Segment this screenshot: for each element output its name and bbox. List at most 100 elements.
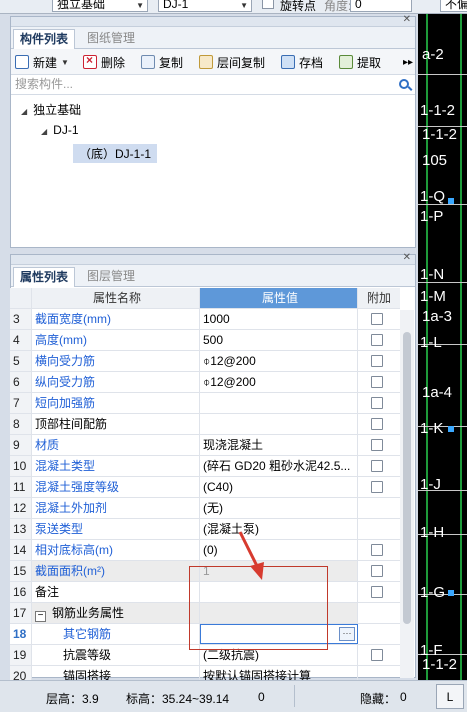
property-name-text: 顶部柱间配筋 [35, 417, 108, 431]
expand-triangle-icon[interactable]: ◢ [41, 127, 47, 136]
additional-checkbox[interactable] [371, 586, 383, 598]
property-row[interactable]: 4 高度(mm) 500 [10, 330, 400, 351]
angle-input[interactable]: 0 [350, 0, 412, 12]
component-name-select[interactable]: DJ-1 ▼ [158, 0, 252, 12]
additional-checkbox[interactable] [371, 544, 383, 556]
tree-node-child[interactable]: ◢ DJ-1 [41, 123, 79, 137]
additional-cell [358, 666, 400, 680]
offset-select[interactable]: 不偏 [440, 0, 467, 12]
row-number: 13 [10, 519, 32, 539]
delete-button[interactable]: 删除 [83, 53, 125, 71]
property-row[interactable]: 6 纵向受力筋 ⌽12@200 [10, 372, 400, 393]
tab-property-list[interactable]: 属性列表 [13, 267, 76, 287]
property-row[interactable]: 8 顶部柱间配筋 [10, 414, 400, 435]
rotate-point-checkbox[interactable] [262, 0, 274, 9]
property-value[interactable]: (0) [200, 540, 358, 560]
property-scrollbar[interactable] [400, 310, 414, 678]
property-row[interactable]: 5 横向受力筋 ⌽12@200 [10, 351, 400, 372]
additional-checkbox[interactable] [371, 418, 383, 430]
close-icon[interactable]: ✕ [403, 14, 411, 25]
property-value[interactable]: 现浇混凝土 [200, 435, 358, 455]
new-button[interactable]: 新建 ▼ [15, 53, 69, 71]
additional-cell [358, 477, 400, 497]
additional-checkbox[interactable] [371, 460, 383, 472]
collapse-icon[interactable]: − [35, 611, 46, 622]
property-name: 混凝土强度等级 [32, 477, 200, 497]
tab-drawing-management[interactable]: 图纸管理 [81, 29, 141, 49]
additional-checkbox[interactable] [371, 376, 383, 388]
property-value[interactable]: (C40) [200, 477, 358, 497]
additional-cell [358, 393, 400, 413]
property-value[interactable] [200, 393, 358, 413]
property-row[interactable]: 12 混凝土外加剂 (无) [10, 498, 400, 519]
property-row[interactable]: 7 短向加强筋 [10, 393, 400, 414]
property-value[interactable]: 500 [200, 330, 358, 350]
annotation-arrow [238, 531, 264, 580]
floor-copy-button[interactable]: 层间复制 [199, 53, 265, 71]
new-label: 新建 [33, 55, 58, 70]
extract-button[interactable]: 提取 [339, 53, 381, 71]
property-value[interactable]: (无) [200, 498, 358, 518]
search-placeholder: 搜索构件... [15, 77, 74, 91]
additional-checkbox[interactable] [371, 313, 383, 325]
tab-layer-management[interactable]: 图层管理 [81, 267, 141, 287]
floor-copy-label: 层间复制 [217, 55, 266, 70]
property-row[interactable]: 3 截面宽度(mm) 1000 [10, 309, 400, 330]
property-value[interactable]: 按默认锚固搭接计算 [200, 666, 358, 680]
additional-checkbox[interactable] [371, 565, 383, 577]
property-value[interactable]: ⌽12@200 [200, 372, 358, 392]
property-value[interactable]: (混凝土泵) [200, 519, 358, 539]
tree-node-label: DJ-1 [53, 123, 79, 137]
property-value-text: (C40) [203, 480, 234, 494]
property-row[interactable]: 20 锚固搭接 按默认锚固搭接计算 [10, 666, 400, 680]
property-value[interactable]: ⌽12@200 [200, 351, 358, 371]
property-value-text: 1000 [203, 312, 230, 326]
ortho-toggle-button[interactable]: L [436, 684, 464, 709]
additional-cell [358, 519, 400, 539]
more-button[interactable]: ▸▸ [403, 53, 413, 71]
property-value[interactable]: 1000 [200, 309, 358, 329]
axis-label: 1-M [420, 288, 446, 305]
property-name-text: 横向受力筋 [35, 354, 96, 368]
property-row[interactable]: 14 相对底标高(m) (0) [10, 540, 400, 561]
tree-node-leaf-selected[interactable]: （底）DJ-1-1 [73, 144, 158, 163]
additional-cell [358, 456, 400, 476]
extract-icon [339, 55, 353, 69]
tree-node-root[interactable]: ◢ 独立基础 [21, 101, 81, 118]
search-icon[interactable] [399, 79, 409, 89]
additional-checkbox[interactable] [371, 334, 383, 346]
axis-label: 1-G [420, 584, 446, 601]
angle-value: 0 [355, 0, 362, 11]
close-icon[interactable]: ✕ [403, 252, 411, 263]
grid-axis-line [418, 74, 467, 75]
property-row[interactable]: 11 混凝土强度等级 (C40) [10, 477, 400, 498]
property-row[interactable]: 9 材质 现浇混凝土 [10, 435, 400, 456]
expand-triangle-icon[interactable]: ◢ [21, 107, 27, 116]
row-number: 10 [10, 456, 32, 476]
property-value[interactable]: (碎石 GD20 粗砂水泥42.5... [200, 456, 358, 476]
row-number: 19 [10, 645, 32, 665]
tab-component-list[interactable]: 构件列表 [13, 29, 76, 49]
additional-checkbox[interactable] [371, 355, 383, 367]
additional-checkbox[interactable] [371, 649, 383, 661]
cad-drawing-canvas[interactable]: a-2 1-1-2 1-1-2 105 1-Q 1-P 1-N 1-M 1a-3 1-L 1a-4 1… [418, 14, 467, 680]
property-name-text: 截面宽度(mm) [35, 312, 111, 326]
copy-button[interactable]: 复制 [141, 53, 183, 71]
property-row[interactable]: 13 泵送类型 (混凝土泵) [10, 519, 400, 540]
property-name-text: 纵向受力筋 [35, 375, 96, 389]
property-name: 备注 [32, 582, 200, 602]
additional-checkbox[interactable] [371, 397, 383, 409]
additional-checkbox[interactable] [371, 439, 383, 451]
property-value[interactable] [200, 414, 358, 434]
component-type-select[interactable]: 独立基础 ▼ [52, 0, 148, 12]
property-row[interactable]: 10 混凝土类型 (碎石 GD20 粗砂水泥42.5... [10, 456, 400, 477]
property-name-text: 锚固搭接 [63, 669, 112, 680]
status-bar: 层高：3.9 标高：35.24~39.14 0 隐藏： 0 L [0, 680, 467, 712]
scrollbar-thumb[interactable] [403, 332, 411, 624]
additional-cell [358, 435, 400, 455]
additional-checkbox[interactable] [371, 481, 383, 493]
ellipsis-button[interactable]: ··· [339, 627, 355, 641]
save-button[interactable]: 存档 [281, 53, 323, 71]
search-input[interactable]: 搜索构件... [11, 75, 415, 95]
axis-label: 1-N [420, 266, 445, 283]
